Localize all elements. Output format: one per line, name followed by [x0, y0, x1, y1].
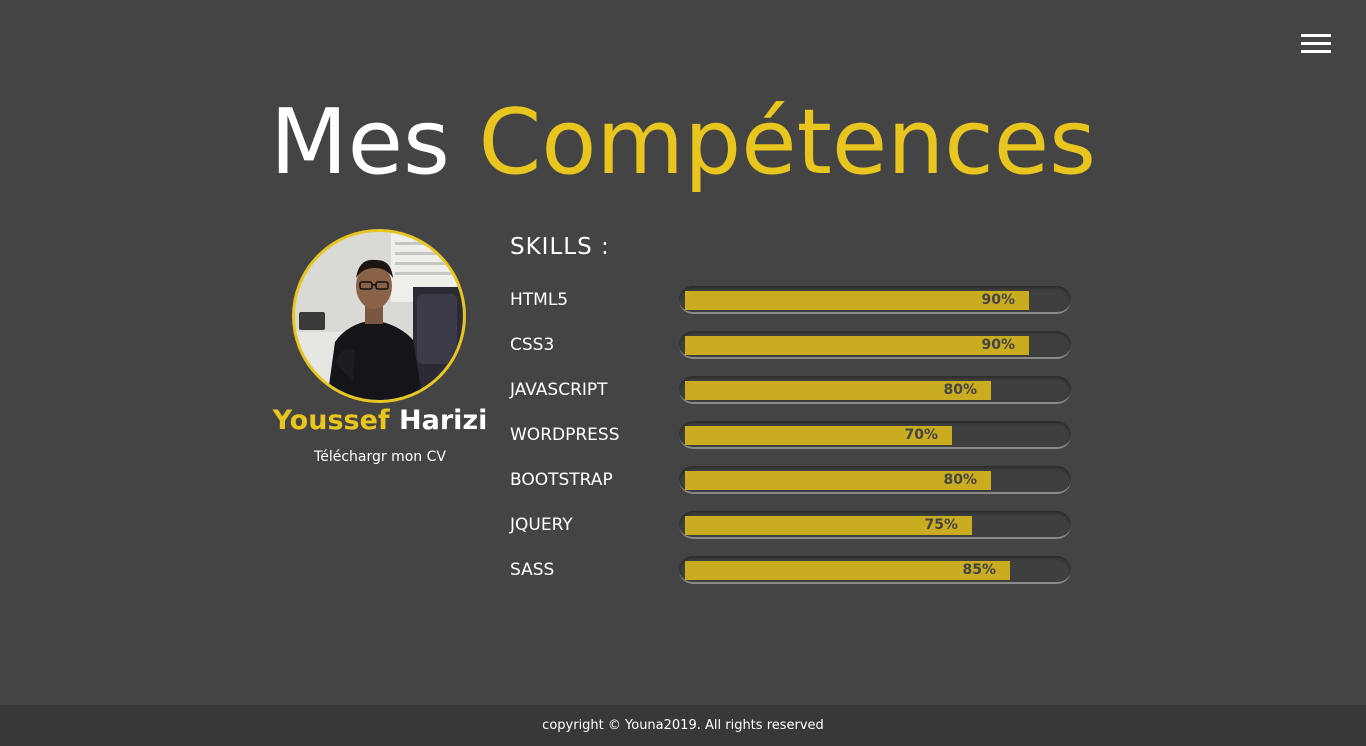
menu-line	[1301, 50, 1331, 53]
skill-progress-fill: 70%	[685, 426, 952, 445]
skill-percent: 80%	[943, 382, 977, 398]
download-cv-link[interactable]: Téléchargr mon CV	[260, 449, 500, 465]
skill-label: CSS3	[510, 335, 555, 355]
skills-heading: SKILLS :	[510, 234, 610, 260]
skill-row: SASS 85%	[510, 556, 1075, 588]
skill-progress-fill: 80%	[685, 471, 991, 490]
skill-row: JQUERY 75%	[510, 511, 1075, 543]
skill-percent: 90%	[981, 292, 1015, 308]
skill-percent: 75%	[924, 517, 958, 533]
profile-photo	[292, 229, 466, 403]
skill-label: BOOTSTRAP	[510, 470, 613, 490]
skill-progress-fill: 85%	[685, 561, 1010, 580]
skill-percent: 85%	[962, 562, 996, 578]
skill-progress-bar: 90%	[679, 286, 1071, 314]
skill-label: JAVASCRIPT	[510, 380, 608, 400]
page: Mes Compétences Youssef Harizi Télécharg…	[0, 0, 1366, 746]
menu-line	[1301, 42, 1331, 45]
skill-label: HTML5	[510, 290, 569, 310]
skill-row: WORDPRESS 70%	[510, 421, 1075, 453]
skill-row: CSS3 90%	[510, 331, 1075, 363]
skill-progress-fill: 90%	[685, 291, 1029, 310]
profile-first-name: Youssef	[272, 405, 390, 436]
page-title: Mes Compétences	[0, 88, 1366, 198]
skill-percent: 80%	[943, 472, 977, 488]
hamburger-menu-icon[interactable]	[1301, 34, 1331, 56]
skill-progress-fill: 90%	[685, 336, 1029, 355]
skill-row: JAVASCRIPT 80%	[510, 376, 1075, 408]
skill-progress-fill: 80%	[685, 381, 991, 400]
skill-progress-bar: 90%	[679, 331, 1071, 359]
skill-percent: 70%	[904, 427, 938, 443]
skill-progress-fill: 75%	[685, 516, 972, 535]
footer: copyright © Youna2019. All rights reserv…	[0, 705, 1366, 746]
profile-name: Youssef Harizi	[260, 405, 500, 436]
page-title-part1: Mes	[269, 90, 450, 195]
skill-percent: 90%	[981, 337, 1015, 353]
skill-label: SASS	[510, 560, 555, 580]
skill-progress-bar: 75%	[679, 511, 1071, 539]
skill-label: WORDPRESS	[510, 425, 620, 445]
skill-progress-bar: 80%	[679, 466, 1071, 494]
skill-row: HTML5 90%	[510, 286, 1075, 318]
skill-progress-bar: 85%	[679, 556, 1071, 584]
skill-progress-bar: 80%	[679, 376, 1071, 404]
footer-copyright: copyright © Youna2019. All rights reserv…	[542, 718, 824, 733]
skill-label: JQUERY	[510, 515, 573, 535]
page-title-part2: Compétences	[478, 90, 1097, 195]
skill-progress-bar: 70%	[679, 421, 1071, 449]
skill-row: BOOTSTRAP 80%	[510, 466, 1075, 498]
menu-line	[1301, 34, 1331, 37]
profile-last-name: Harizi	[399, 405, 488, 436]
